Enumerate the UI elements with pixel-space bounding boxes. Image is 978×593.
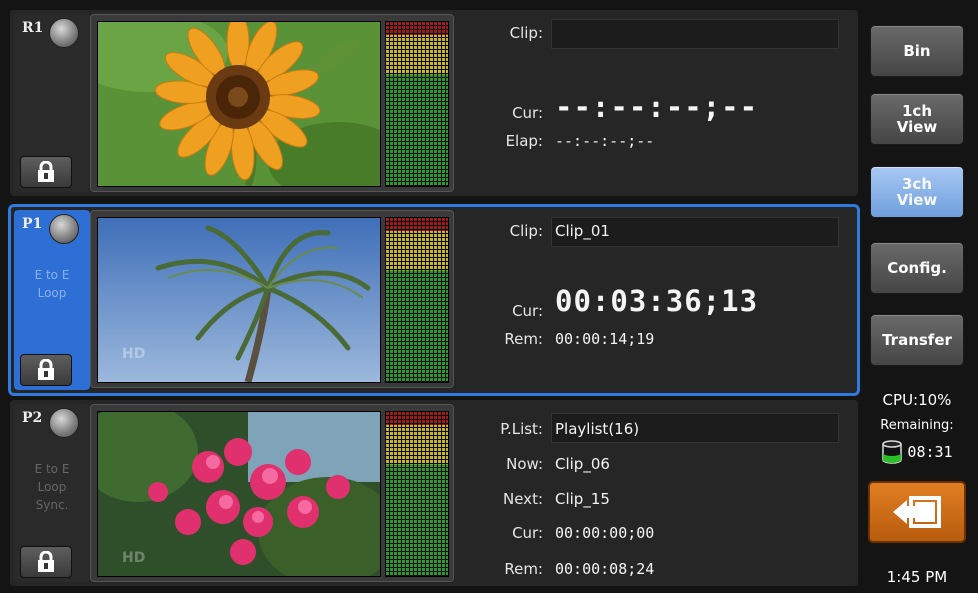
config-button[interactable]: Config. [870, 242, 964, 294]
mode-line: Loop [37, 480, 67, 494]
three-channel-view-label: 3ch View [896, 175, 938, 209]
rem-label: Rem: [504, 560, 543, 578]
cur-timecode: --:--:--;-- [555, 90, 759, 124]
svg-text:HD: HD [122, 346, 145, 362]
channel-control-column: R1 [14, 14, 90, 192]
tally-indicator[interactable] [49, 408, 79, 438]
clip-value: Clip_01 [555, 222, 610, 240]
video-preview-bougainvillea[interactable]: HD [97, 411, 381, 577]
clock: 1:45 PM [886, 568, 948, 586]
bin-button[interactable]: Bin [870, 25, 964, 77]
mode-line: Sync. [35, 498, 69, 512]
channel-control-column: P2 E to E Loop Sync. [14, 404, 90, 582]
channel-panel-r1: R1 Clip: Cur: --:--:--;-- Elap: --:--:--… [10, 10, 858, 196]
next-label: Next: [503, 490, 543, 508]
channel-panel-p2: P2 E to E Loop Sync. HD P.List: Playlist… [10, 400, 858, 586]
transfer-button[interactable]: Transfer [870, 314, 964, 366]
bin-button-label: Bin [903, 42, 931, 60]
channel-control-column: P1 E to E Loop [14, 210, 90, 390]
storage-cylinder-icon [882, 440, 903, 464]
now-label: Now: [506, 455, 543, 473]
elap-timecode: --:--:--;-- [555, 132, 655, 150]
lock-button[interactable] [20, 546, 72, 578]
lock-button[interactable] [20, 354, 72, 386]
palm-tree-image: HD [98, 218, 380, 382]
channel-info: Clip: Cur: --:--:--;-- Elap: --:--:--;-- [455, 10, 858, 196]
clip-field[interactable] [551, 19, 839, 49]
channel-info: P.List: Playlist(16) Now: Clip_06 Next: … [455, 400, 858, 586]
video-monitor-frame [90, 14, 454, 192]
channel-panel-p1: P1 E to E Loop HD Clip: Clip_01 Cur: 00:… [8, 204, 860, 396]
lock-icon [38, 359, 54, 380]
next-value: Clip_15 [555, 490, 610, 508]
cur-label: Cur: [512, 104, 543, 122]
cur-label: Cur: [512, 302, 543, 320]
tally-indicator[interactable] [49, 18, 79, 48]
channel-mode: E to E Loop Sync. [14, 460, 90, 514]
clip-label: Clip: [509, 24, 543, 42]
lock-icon [38, 551, 54, 572]
sunflower-image [98, 22, 380, 186]
one-channel-view-button[interactable]: 1ch View [870, 93, 964, 145]
rem-timecode: 00:00:14;19 [555, 330, 655, 348]
audio-level-meter [385, 217, 449, 383]
mode-line: E to E [34, 268, 70, 282]
channel-id: R1 [22, 20, 44, 36]
rem-timecode: 00:00:08;24 [555, 560, 655, 578]
lock-icon [38, 161, 54, 182]
video-monitor-frame: HD [90, 210, 454, 388]
cpu-usage: CPU:10% [882, 391, 952, 409]
rem-label: Rem: [504, 330, 543, 348]
mode-line: Loop [37, 286, 67, 300]
playlist-value: Playlist(16) [555, 420, 640, 438]
audio-level-meter [385, 411, 449, 577]
lock-button[interactable] [20, 156, 72, 188]
cur-timecode: 00:00:00;00 [555, 524, 655, 542]
one-channel-view-label: 1ch View [896, 102, 938, 136]
svg-text:HD: HD [122, 550, 145, 566]
video-monitor-frame: HD [90, 404, 454, 582]
exit-button[interactable] [868, 481, 966, 543]
mode-line: E to E [34, 462, 70, 476]
cur-label: Cur: [512, 524, 543, 542]
video-preview-sunflower[interactable] [97, 21, 381, 187]
elap-label: Elap: [505, 132, 543, 150]
cur-timecode: 00:03:36;13 [555, 284, 759, 318]
audio-level-meter [385, 21, 449, 187]
clip-label: Clip: [509, 222, 543, 240]
bougainvillea-image: HD [98, 412, 380, 576]
playlist-label: P.List: [500, 420, 543, 438]
config-button-label: Config. [887, 259, 947, 277]
remaining-label: Remaining: [880, 418, 954, 433]
channel-mode: E to E Loop [14, 266, 90, 302]
exit-arrow-icon [893, 496, 941, 528]
three-channel-view-button[interactable]: 3ch View [870, 166, 964, 218]
video-preview-palm-tree[interactable]: HD [97, 217, 381, 383]
remaining-indicator: 08:31 [866, 440, 968, 464]
channel-info: Clip: Clip_01 Cur: 00:03:36;13 Rem: 00:0… [455, 206, 858, 394]
transfer-button-label: Transfer [882, 331, 952, 349]
tally-indicator[interactable] [49, 214, 79, 244]
now-value: Clip_06 [555, 455, 610, 473]
remaining-time: 08:31 [907, 443, 953, 461]
channel-id: P1 [22, 216, 43, 232]
channel-id: P2 [22, 410, 43, 426]
